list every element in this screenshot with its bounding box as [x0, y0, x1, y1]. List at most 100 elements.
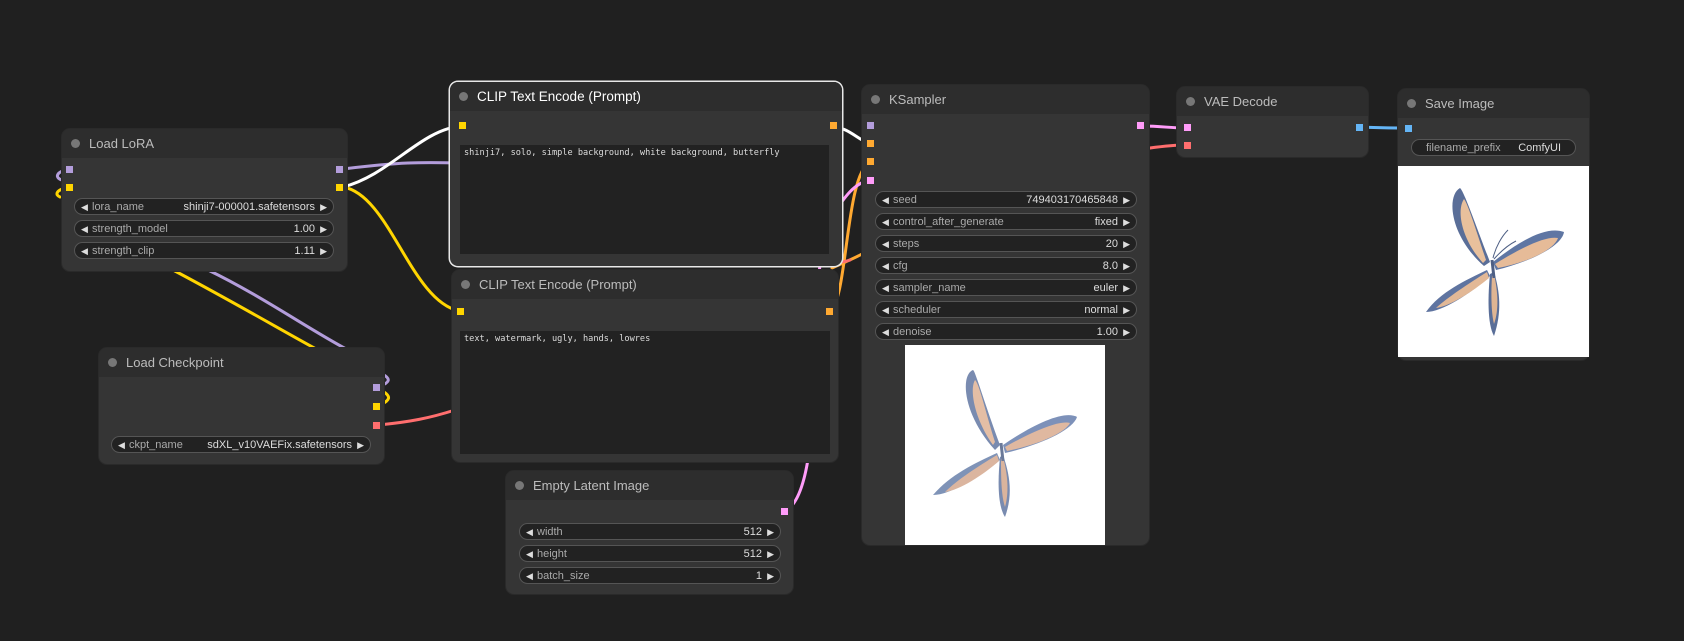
widget-lora-name[interactable]: ◀ lora_name shinji7-000001.safetensors ▶ — [74, 198, 334, 215]
collapse-dot-icon[interactable] — [108, 358, 117, 367]
increment-arrow-icon[interactable]: ▶ — [1123, 302, 1130, 319]
decrement-arrow-icon[interactable]: ◀ — [882, 236, 889, 253]
widget-batch-size[interactable]: ◀ batch_size 1 ▶ — [519, 567, 781, 584]
widget-control-after-generate[interactable]: ◀ control_after_generate fixed ▶ — [875, 213, 1137, 230]
widget-scheduler[interactable]: ◀ scheduler normal ▶ — [875, 301, 1137, 318]
output-slot-model[interactable] — [336, 166, 343, 173]
collapse-dot-icon[interactable] — [515, 481, 524, 490]
increment-arrow-icon[interactable]: ▶ — [320, 199, 327, 216]
widget-strength-model[interactable]: ◀ strength_model 1.00 ▶ — [74, 220, 334, 237]
output-slot-latent[interactable] — [1137, 122, 1144, 129]
wire-lora-model-to-ksampler[interactable] — [341, 161, 463, 171]
widget-filename-prefix[interactable]: filename_prefix ComfyUI — [1411, 139, 1576, 156]
input-slot-latent[interactable] — [867, 177, 874, 184]
input-slot-model[interactable] — [867, 122, 874, 129]
decrement-arrow-icon[interactable]: ◀ — [882, 302, 889, 319]
increment-arrow-icon[interactable]: ▶ — [320, 243, 327, 260]
node-title[interactable]: CLIP Text Encode (Prompt) — [452, 270, 838, 299]
node-load-lora[interactable]: Load LoRA ◀ lora_name shinji7-000001.saf… — [62, 129, 347, 271]
widget-denoise[interactable]: ◀ denoise 1.00 ▶ — [875, 323, 1137, 340]
wire-lora-clip-to-clip-neg[interactable] — [341, 185, 461, 313]
node-title[interactable]: CLIP Text Encode (Prompt) — [450, 82, 842, 111]
output-slot-model[interactable] — [373, 384, 380, 391]
decrement-arrow-icon[interactable]: ◀ — [882, 258, 889, 275]
wire-checkpoint-clip-to-lora[interactable] — [171, 268, 320, 352]
input-slot-model[interactable] — [66, 166, 73, 173]
node-title[interactable]: Load LoRA — [62, 129, 347, 158]
output-slot-conditioning[interactable] — [826, 308, 833, 315]
decrement-arrow-icon[interactable]: ◀ — [882, 280, 889, 297]
wire-lora-clip-to-clip-pos[interactable] — [341, 124, 463, 189]
decrement-arrow-icon[interactable]: ◀ — [882, 214, 889, 231]
node-title[interactable]: Load Checkpoint — [99, 348, 384, 377]
widget-sampler-name[interactable]: ◀ sampler_name euler ▶ — [875, 279, 1137, 296]
node-title-label: KSampler — [889, 92, 947, 107]
widget-cfg[interactable]: ◀ cfg 8.0 ▶ — [875, 257, 1137, 274]
collapse-dot-icon[interactable] — [459, 92, 468, 101]
widget-strength-clip[interactable]: ◀ strength_clip 1.11 ▶ — [74, 242, 334, 259]
output-slot-latent[interactable] — [781, 508, 788, 515]
widget-seed[interactable]: ◀ seed 749403170465848 ▶ — [875, 191, 1137, 208]
increment-arrow-icon[interactable]: ▶ — [767, 568, 774, 585]
increment-arrow-icon[interactable]: ▶ — [320, 221, 327, 238]
input-slot-negative[interactable] — [867, 158, 874, 165]
node-vae-decode[interactable]: VAE Decode — [1177, 87, 1368, 157]
input-slot-positive[interactable] — [867, 140, 874, 147]
collapse-dot-icon[interactable] — [461, 280, 470, 289]
input-slot-clip[interactable] — [459, 122, 466, 129]
collapse-dot-icon[interactable] — [871, 95, 880, 104]
decrement-arrow-icon[interactable]: ◀ — [81, 221, 88, 238]
node-clip-text-encode-positive[interactable]: CLIP Text Encode (Prompt) shinji7, solo,… — [450, 82, 842, 266]
node-load-checkpoint[interactable]: Load Checkpoint ◀ ckpt_name sdXL_v10VAEF… — [99, 348, 384, 464]
butterfly-preview-icon — [933, 370, 1077, 517]
wire-checkpoint-vae[interactable] — [376, 408, 457, 427]
decrement-arrow-icon[interactable]: ◀ — [118, 437, 125, 454]
decrement-arrow-icon[interactable]: ◀ — [81, 243, 88, 260]
output-slot-vae[interactable] — [373, 422, 380, 429]
node-clip-text-encode-negative[interactable]: CLIP Text Encode (Prompt) text, watermar… — [452, 270, 838, 462]
output-slot-image[interactable] — [1356, 124, 1363, 131]
node-title[interactable]: Save Image — [1398, 89, 1589, 118]
decrement-arrow-icon[interactable]: ◀ — [526, 546, 533, 563]
input-slot-clip[interactable] — [66, 184, 73, 191]
widget-height[interactable]: ◀ height 512 ▶ — [519, 545, 781, 562]
decrement-arrow-icon[interactable]: ◀ — [526, 568, 533, 585]
wire-checkpoint-model-to-lora[interactable] — [206, 268, 350, 352]
increment-arrow-icon[interactable]: ▶ — [1123, 214, 1130, 231]
collapse-dot-icon[interactable] — [1186, 97, 1195, 106]
input-slot-images[interactable] — [1405, 125, 1412, 132]
collapse-dot-icon[interactable] — [71, 139, 80, 148]
saved-image-preview — [1398, 166, 1589, 357]
widget-width[interactable]: ◀ width 512 ▶ — [519, 523, 781, 540]
node-save-image[interactable]: Save Image filename_prefix ComfyUI — [1398, 89, 1589, 360]
node-empty-latent-image[interactable]: Empty Latent Image ◀ width 512 ▶ ◀ heigh… — [506, 471, 793, 594]
node-title[interactable]: KSampler — [862, 85, 1149, 114]
output-slot-clip[interactable] — [336, 184, 343, 191]
node-title[interactable]: VAE Decode — [1177, 87, 1368, 116]
node-title[interactable]: Empty Latent Image — [506, 471, 793, 500]
output-slot-clip[interactable] — [373, 403, 380, 410]
increment-arrow-icon[interactable]: ▶ — [767, 524, 774, 541]
decrement-arrow-icon[interactable]: ◀ — [882, 324, 889, 341]
output-slot-conditioning[interactable] — [830, 122, 837, 129]
input-slot-samples[interactable] — [1184, 124, 1191, 131]
increment-arrow-icon[interactable]: ▶ — [357, 437, 364, 454]
widget-steps[interactable]: ◀ steps 20 ▶ — [875, 235, 1137, 252]
node-ksampler[interactable]: KSampler ◀ seed 749403170465848 ▶ ◀ cont… — [862, 85, 1149, 545]
increment-arrow-icon[interactable]: ▶ — [1123, 258, 1130, 275]
increment-arrow-icon[interactable]: ▶ — [1123, 236, 1130, 253]
input-slot-clip[interactable] — [457, 308, 464, 315]
increment-arrow-icon[interactable]: ▶ — [1123, 324, 1130, 341]
prompt-textarea[interactable]: text, watermark, ugly, hands, lowres — [460, 331, 830, 454]
node-title-label: Empty Latent Image — [533, 478, 650, 493]
prompt-textarea[interactable]: shinji7, solo, simple background, white … — [460, 145, 829, 254]
widget-ckpt-name[interactable]: ◀ ckpt_name sdXL_v10VAEFix.safetensors ▶ — [111, 436, 371, 453]
collapse-dot-icon[interactable] — [1407, 99, 1416, 108]
input-slot-vae[interactable] — [1184, 142, 1191, 149]
decrement-arrow-icon[interactable]: ◀ — [81, 199, 88, 216]
decrement-arrow-icon[interactable]: ◀ — [882, 192, 889, 209]
increment-arrow-icon[interactable]: ▶ — [767, 546, 774, 563]
decrement-arrow-icon[interactable]: ◀ — [526, 524, 533, 541]
increment-arrow-icon[interactable]: ▶ — [1123, 192, 1130, 209]
increment-arrow-icon[interactable]: ▶ — [1123, 280, 1130, 297]
